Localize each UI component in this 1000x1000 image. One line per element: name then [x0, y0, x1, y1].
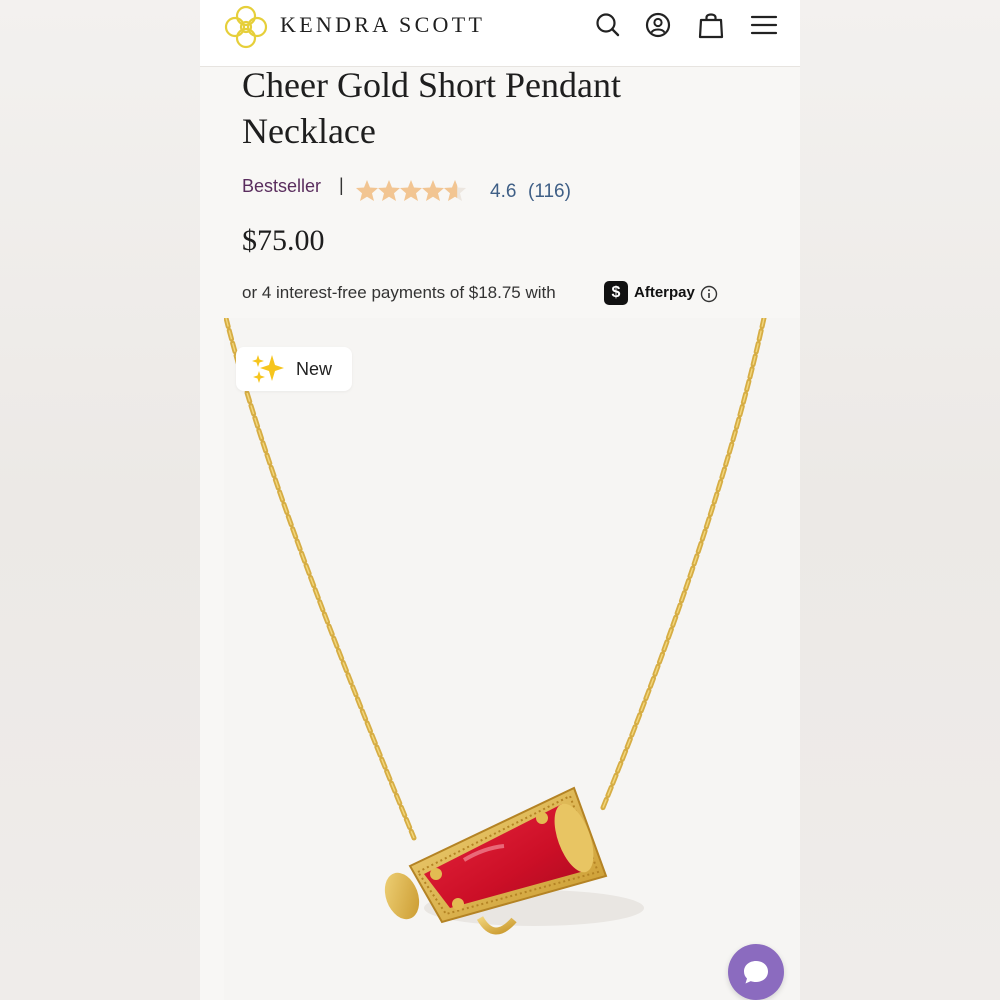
afterpay-installments: or 4 interest-free payments of $18.75 wi… [242, 280, 762, 306]
info-icon[interactable] [700, 285, 718, 303]
background-right [800, 0, 1000, 1000]
kendra-scott-logo-icon[interactable] [222, 3, 270, 51]
review-count[interactable]: (116) [528, 181, 571, 203]
product-title: Cheer Gold Short Pendant Necklace [242, 65, 621, 151]
afterpay-logo-icon: $ [604, 281, 628, 305]
rating-value[interactable]: 4.6 [490, 181, 516, 203]
meta-divider: | [339, 175, 344, 195]
chat-bubble-icon [744, 961, 768, 984]
menu-icon[interactable] [749, 10, 779, 40]
brand-name[interactable]: KENDRA SCOTT [280, 12, 485, 38]
sparkles-icon [252, 355, 284, 383]
bestseller-badge: Bestseller [242, 176, 322, 196]
site-header: KENDRA SCOTT [200, 0, 800, 67]
rating-stars-icon[interactable] [356, 179, 468, 203]
new-badge-label: New [296, 359, 333, 379]
shopping-bag-icon[interactable] [696, 10, 726, 40]
afterpay-label: Afterpay [634, 284, 695, 301]
search-icon[interactable] [593, 10, 623, 40]
chat-button[interactable] [728, 944, 784, 1000]
account-icon[interactable] [643, 10, 673, 40]
product-image[interactable] [224, 318, 800, 1000]
product-price: $75.00 [242, 224, 325, 257]
background-left [0, 0, 200, 1000]
mobile-page: KENDRA SCOTT Cheer Gold Short Pendant Ne… [200, 0, 800, 1000]
installments-text: or 4 interest-free payments of $18.75 wi… [242, 283, 556, 302]
new-badge: New [236, 347, 352, 391]
